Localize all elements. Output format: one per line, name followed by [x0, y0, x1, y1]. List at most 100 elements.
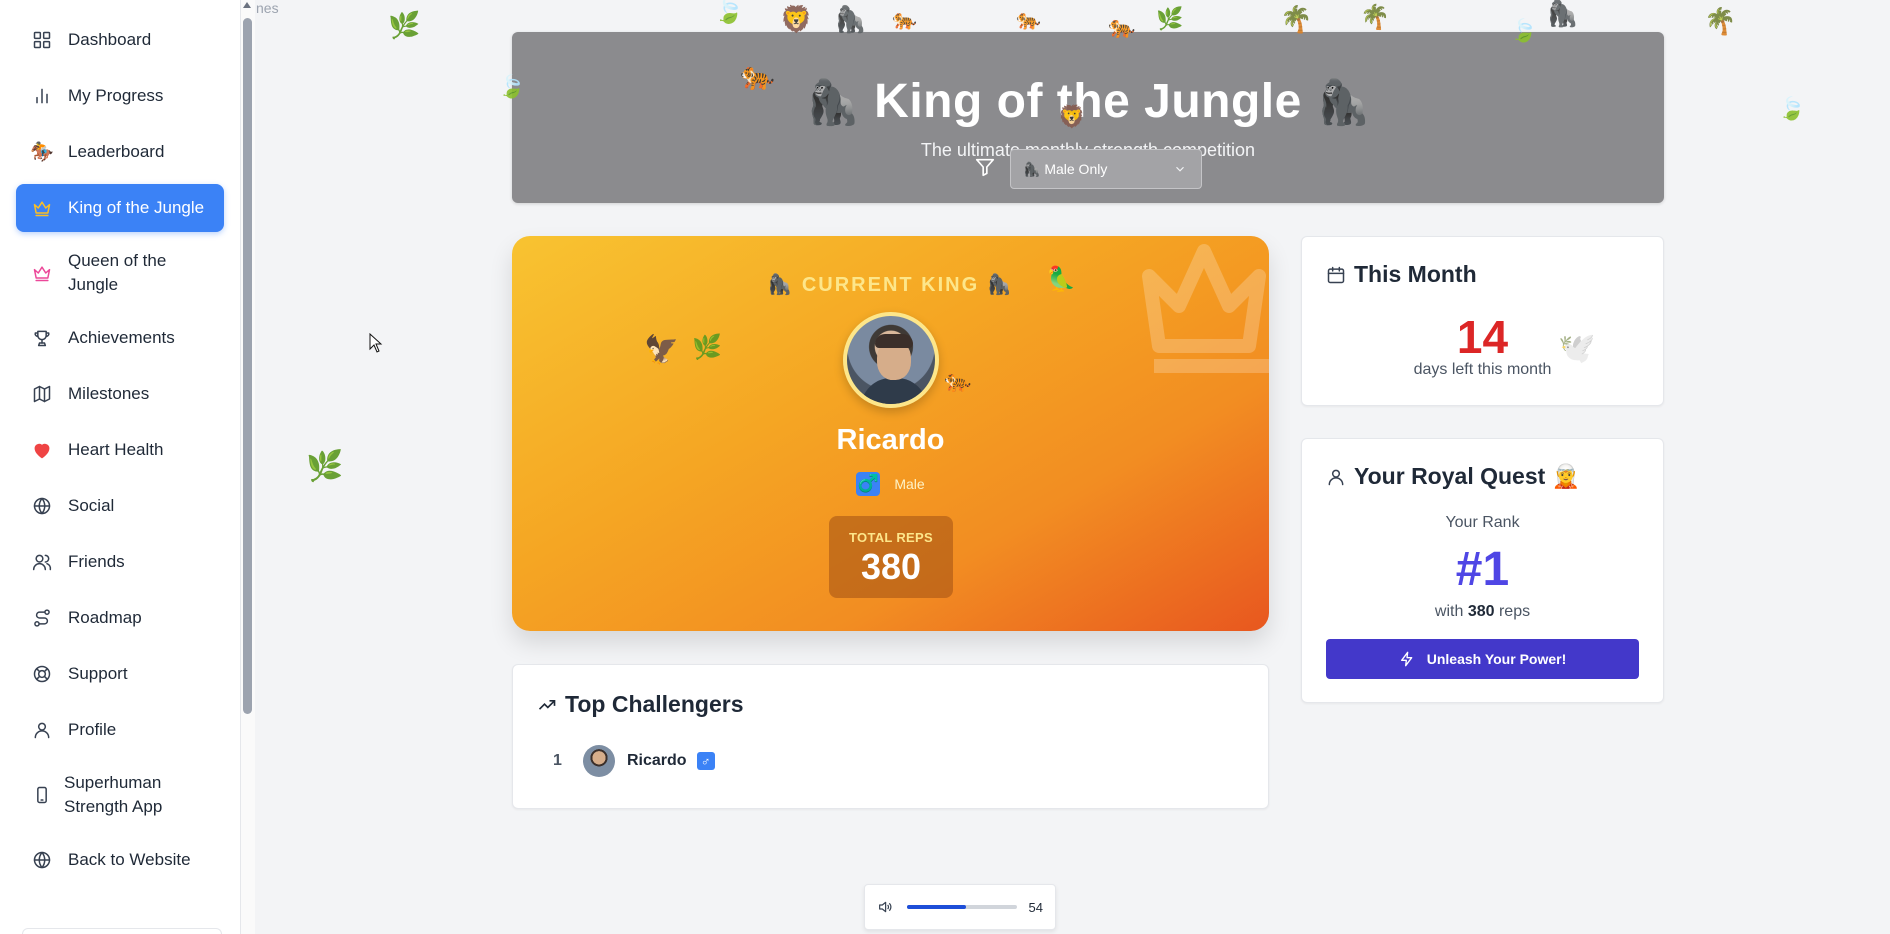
smartphone-icon: [32, 785, 52, 805]
sidebar-item-label: Social: [68, 496, 115, 515]
unleash-power-label: Unleash Your Power!: [1426, 651, 1567, 667]
sidebar-item-heart-health[interactable]: Heart Health: [16, 426, 224, 474]
lightning-icon: [1400, 651, 1413, 667]
sidebar-footer-card: [22, 928, 222, 934]
days-left-label: days left this month: [1413, 361, 1552, 378]
crown-icon: [32, 198, 52, 218]
sidebar-item-label: Superhuman Strength App: [64, 773, 163, 816]
palm-icon: 🌴: [1704, 6, 1737, 36]
this-month-title: This Month: [1354, 261, 1477, 287]
sidebar-scroll-thumb[interactable]: [243, 18, 252, 714]
sidebar-item-queen-of-the-jungle[interactable]: Queen of the Jungle: [16, 240, 224, 306]
top-challengers-card: Top Challengers 1 Ricardo ♂: [512, 664, 1269, 809]
sidebar-item-social[interactable]: Social: [16, 482, 224, 530]
gender-filter-value: 🦍 Male Only: [1023, 160, 1108, 177]
days-left-value: 14: [1456, 311, 1509, 363]
sidebar-item-label: Heart Health: [68, 440, 164, 459]
sidebar-item-dashboard[interactable]: Dashboard: [16, 16, 224, 64]
scroll-up-arrow[interactable]: [243, 2, 251, 8]
gorilla-icon: 🦍: [805, 78, 861, 127]
sidebar-item-roadmap[interactable]: Roadmap: [16, 594, 224, 642]
sidebar-item-king-of-the-jungle[interactable]: King of the Jungle: [16, 184, 224, 232]
sidebar-item-label: Back to Website: [68, 850, 191, 869]
speaker-icon[interactable]: [877, 899, 893, 915]
gorilla-icon: 🦍: [1315, 78, 1371, 127]
lifebuoy-icon: [32, 664, 52, 684]
calendar-icon: [1326, 265, 1346, 285]
male-icon: ♂️: [856, 472, 881, 496]
current-king-heading: 🦍 CURRENT KING 🦍: [767, 274, 1014, 296]
globe-icon: [32, 496, 52, 516]
palm-icon: 🌴: [1280, 4, 1313, 34]
top-challengers-title: Top Challengers: [565, 691, 744, 717]
leaf-icon: 🌿: [1156, 6, 1184, 31]
sidebar-item-label: Friends: [68, 552, 125, 571]
king-gender-label: Male: [894, 476, 925, 492]
sidebar-item-friends[interactable]: Friends: [16, 538, 224, 586]
rank-reps-suffix: reps: [1498, 603, 1531, 620]
gender-filter-select[interactable]: 🦍 Male Only: [1010, 149, 1202, 189]
crown-icon: [32, 263, 52, 283]
leaf-icon: 🍃: [714, 0, 744, 25]
unleash-power-button[interactable]: Unleash Your Power!: [1326, 639, 1639, 679]
sidebar-item-milestones[interactable]: Milestones: [16, 370, 224, 418]
crown-watermark-icon: [1129, 236, 1269, 376]
challenger-row[interactable]: 1 Ricardo ♂: [553, 745, 715, 777]
sidebar-item-label: My Progress: [68, 86, 164, 105]
sidebar-item-profile[interactable]: Profile: [16, 706, 224, 754]
male-icon: ♂: [696, 752, 715, 770]
current-king-card: 🦍 CURRENT KING 🦍 Ricardo ♂️ Male TOTAL R…: [512, 236, 1269, 631]
tiger-icon: 🐅: [1016, 9, 1041, 31]
this-month-heading: This Month: [1326, 261, 1477, 288]
sidebar-item-label: Queen of the Jungle: [68, 251, 167, 294]
sidebar: Dashboard My Progress 🏇 Leaderboard King…: [0, 0, 241, 934]
volume-value: 54: [1028, 899, 1043, 915]
sidebar-item-superhuman-strength-app[interactable]: Superhuman Strength App: [16, 762, 224, 828]
trending-up-icon: [538, 699, 556, 710]
king-name: Ricardo: [836, 424, 945, 456]
volume-slider[interactable]: [906, 905, 1017, 909]
top-challengers-heading: Top Challengers: [537, 691, 744, 718]
avatar: [583, 745, 615, 777]
grid-icon: [32, 30, 52, 50]
total-reps-value: 380: [860, 546, 922, 587]
this-month-card: This Month 14 days left this month: [1301, 236, 1664, 406]
sidebar-item-leaderboard[interactable]: 🏇 Leaderboard: [16, 128, 224, 176]
rank-reps: with 380 reps: [1302, 603, 1663, 621]
palm-icon: 🌴: [1360, 4, 1390, 31]
sidebar-item-support[interactable]: Support: [16, 650, 224, 698]
sidebar-item-label: Achievements: [68, 328, 175, 347]
challenger-rank: 1: [553, 752, 562, 769]
sidebar-item-label: Profile: [68, 720, 117, 739]
sidebar-nav: Dashboard My Progress 🏇 Leaderboard King…: [16, 16, 224, 892]
rank-value: #1: [1455, 543, 1510, 596]
filter-icon: [974, 156, 996, 183]
total-reps-label: TOTAL REPS: [849, 530, 933, 545]
mouse-cursor-icon: [369, 333, 383, 353]
monkey-rider-icon: 🏇: [30, 142, 54, 163]
sidebar-item-back-to-website[interactable]: Back to Website: [16, 836, 224, 884]
bar-chart-icon: [32, 86, 52, 106]
leaf-icon: 🌿: [388, 10, 421, 40]
sidebar-item-label: Dashboard: [68, 30, 152, 49]
volume-slider-fill: [906, 905, 967, 909]
king-avatar: [843, 312, 939, 408]
sidebar-item-achievements[interactable]: Achievements: [16, 314, 224, 362]
heart-icon: [32, 440, 52, 460]
sidebar-item-label: Leaderboard: [68, 142, 165, 161]
royal-quest-title: Your Royal Quest 🧝: [1354, 463, 1581, 489]
royal-quest-card: Your Royal Quest 🧝 Your Rank #1 with 380…: [1301, 438, 1664, 703]
rank-reps-value: 380: [1467, 603, 1495, 620]
sidebar-item-label: Milestones: [68, 384, 150, 403]
sidebar-item-my-progress[interactable]: My Progress: [16, 72, 224, 120]
sidebar-item-label: Roadmap: [68, 608, 142, 627]
leaf-icon: 🌿: [306, 450, 344, 483]
chevron-down-icon: [1173, 162, 1187, 176]
truncated-label: nes: [256, 0, 279, 16]
page-title-text: King of the Jungle: [874, 75, 1302, 128]
route-icon: [32, 608, 52, 628]
globe-icon: [32, 850, 52, 870]
sidebar-item-label: King of the Jungle: [68, 198, 205, 217]
rank-reps-prefix: with: [1434, 603, 1464, 620]
users-icon: [32, 552, 52, 572]
